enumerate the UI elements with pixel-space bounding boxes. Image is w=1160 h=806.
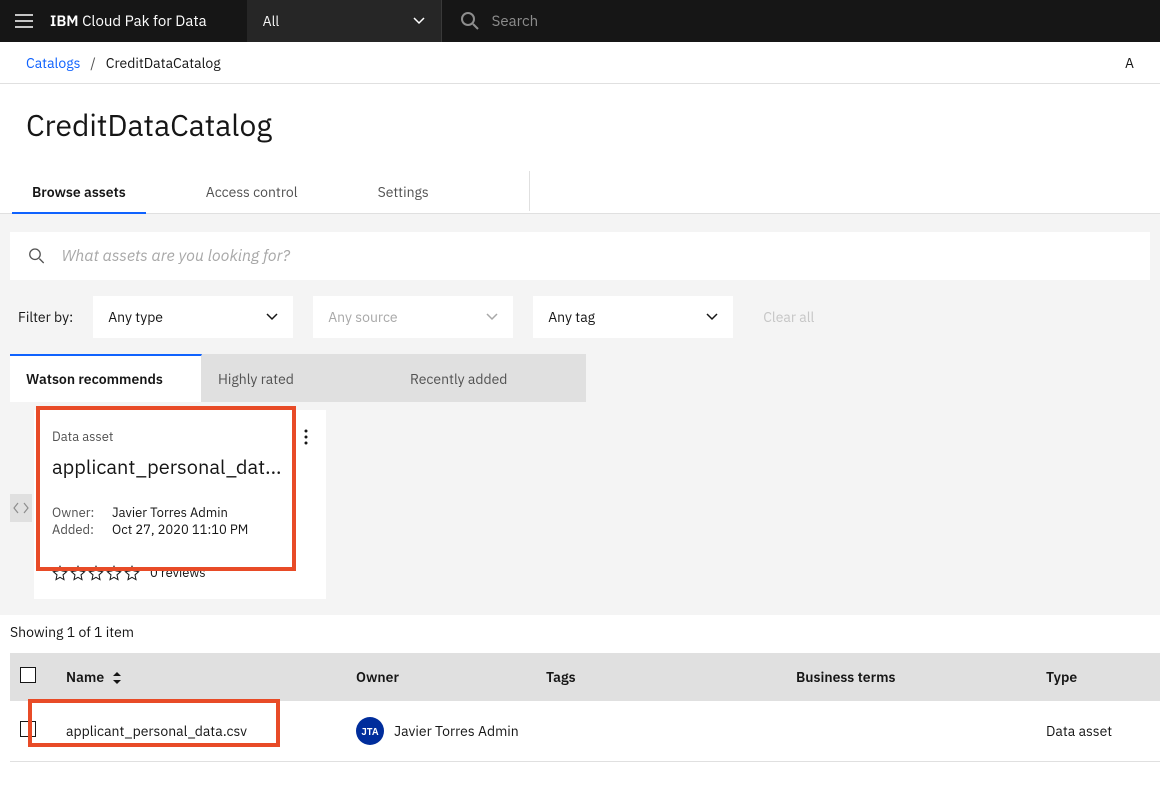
page-title: CreditDataCatalog [0,84,1160,171]
star-rating [52,565,140,581]
card-owner-key: Owner: [52,504,100,521]
scope-dropdown[interactable]: All [247,0,442,42]
table-row[interactable]: applicant_personal_data.csv JTA Javier T… [10,701,1160,762]
global-search-input[interactable] [492,12,792,31]
subtabs: Browse assets Access control Settings [0,171,1160,214]
breadcrumb-sep: / [90,54,95,72]
brand: IBM Cloud Pak for Data [48,12,247,31]
overflow-icon [304,429,308,445]
tab-recently-added[interactable]: Recently added [394,354,586,402]
breadcrumb-root[interactable]: Catalogs [26,54,80,72]
filter-source-dropdown[interactable]: Any source [313,296,513,338]
search-icon [28,247,45,265]
asset-search-input[interactable] [61,246,1132,266]
arrow-left-right-icon [13,502,29,514]
tab-highly-rated[interactable]: Highly rated [202,354,394,402]
col-terms[interactable]: Business terms [786,653,1036,701]
cell-tags [536,701,786,762]
cell-owner: Javier Torres Admin [394,722,519,740]
breadcrumb-right: A [1125,54,1134,72]
card-title: applicant_personal_dat... [52,453,308,480]
brand-ibm: IBM [50,12,79,31]
star-icon [88,565,104,581]
clear-all-button[interactable]: Clear all [763,308,814,326]
card-owner-value: Javier Torres Admin [112,504,228,521]
cell-type: Data asset [1036,701,1160,762]
cell-name[interactable]: applicant_personal_data.csv [56,701,346,762]
assets-table: Name Owner Tags Business terms Type appl… [10,653,1160,762]
row-checkbox[interactable] [20,721,36,737]
chevron-down-icon [706,313,718,321]
asset-card[interactable]: Data asset applicant_personal_dat... Own… [34,410,326,599]
breadcrumb-current: CreditDataCatalog [106,54,221,72]
card-added-value: Oct 27, 2020 11:10 PM [112,521,248,538]
hamburger-menu[interactable] [0,0,48,42]
tab-settings[interactable]: Settings [358,171,449,213]
tab-access-control[interactable]: Access control [186,171,318,213]
hamburger-icon [15,14,33,28]
scope-label: All [263,12,280,30]
col-tags[interactable]: Tags [536,653,786,701]
recommendation-tabs: Watson recommends Highly rated Recently … [10,354,1150,402]
cell-terms [786,701,1036,762]
card-reviews-count: 0 reviews [150,564,206,581]
chevron-down-icon [266,313,278,321]
col-type[interactable]: Type [1036,653,1160,701]
asset-search[interactable] [10,232,1150,280]
tab-browse-assets[interactable]: Browse assets [12,171,146,213]
card-overflow-menu[interactable] [304,429,308,445]
filters-row: Filter by: Any type Any source Any tag C… [0,280,1160,354]
avatar: JTA [356,717,384,745]
search-icon [460,11,480,31]
star-icon [70,565,86,581]
tab-watson-recommends[interactable]: Watson recommends [10,354,202,402]
filter-tag-dropdown[interactable]: Any tag [533,296,733,338]
chevron-down-icon [486,313,498,321]
showing-count: Showing 1 of 1 item [0,615,1160,653]
filter-by-label: Filter by: [18,308,73,326]
col-owner[interactable]: Owner [346,653,536,701]
breadcrumb: Catalogs / CreditDataCatalog [26,54,221,72]
filter-type-label: Any type [108,308,163,326]
carousel-prev-button[interactable] [10,494,32,522]
sort-icon[interactable] [113,672,121,684]
brand-rest: Cloud Pak for Data [79,12,207,31]
chevron-down-icon [413,17,425,25]
star-icon [52,565,68,581]
filter-source-label: Any source [328,308,397,326]
star-icon [124,565,140,581]
filter-type-dropdown[interactable]: Any type [93,296,293,338]
filter-tag-label: Any tag [548,308,595,326]
global-search[interactable] [442,11,1160,31]
card-asset-type: Data asset [52,428,113,445]
col-name[interactable]: Name [66,668,104,686]
select-all-checkbox[interactable] [20,667,36,683]
star-icon [106,565,122,581]
card-added-key: Added: [52,521,100,538]
